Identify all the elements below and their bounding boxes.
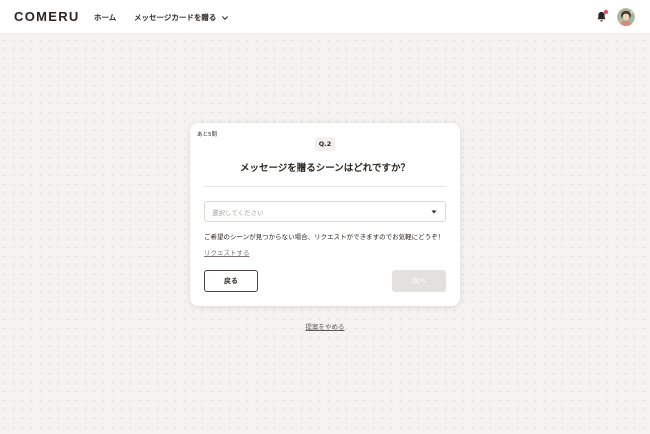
remaining-count: あと5問 (197, 132, 217, 138)
question-title: メッセージを贈るシーンはどれですか？ (239, 163, 411, 174)
question-number-badge: Q.2 (315, 137, 335, 151)
quit-proposal-link[interactable]: 提案をやめる (0, 321, 650, 331)
avatar-image (617, 8, 635, 26)
chevron-down-icon (222, 15, 229, 20)
question-card: あと5問 Q.2 メッセージを贈るシーンはどれですか？ 選択してください ご希望… (190, 123, 460, 306)
scene-select[interactable]: 選択してください (204, 201, 446, 222)
divider (204, 186, 446, 187)
nav-send-card-menu[interactable]: メッセージカードを贈る (134, 12, 229, 23)
request-link[interactable]: リクエストする (204, 247, 250, 257)
next-button[interactable]: 次へ (392, 270, 446, 292)
user-avatar[interactable] (617, 8, 635, 26)
back-button[interactable]: 戻る (204, 270, 258, 292)
hint-text: ご希望のシーンが見つからない場合、リクエストができますのでお気軽にどうぞ！ (204, 233, 445, 241)
nav-home-link[interactable]: ホーム (94, 12, 116, 23)
top-header: COMERU ホーム メッセージカードを贈る (0, 0, 650, 34)
notification-badge (604, 10, 608, 14)
caret-down-icon (431, 210, 437, 214)
logo[interactable]: COMERU (14, 9, 80, 24)
nav-send-card-label: メッセージカードを贈る (134, 13, 217, 22)
scene-select-placeholder: 選択してください (212, 209, 264, 217)
